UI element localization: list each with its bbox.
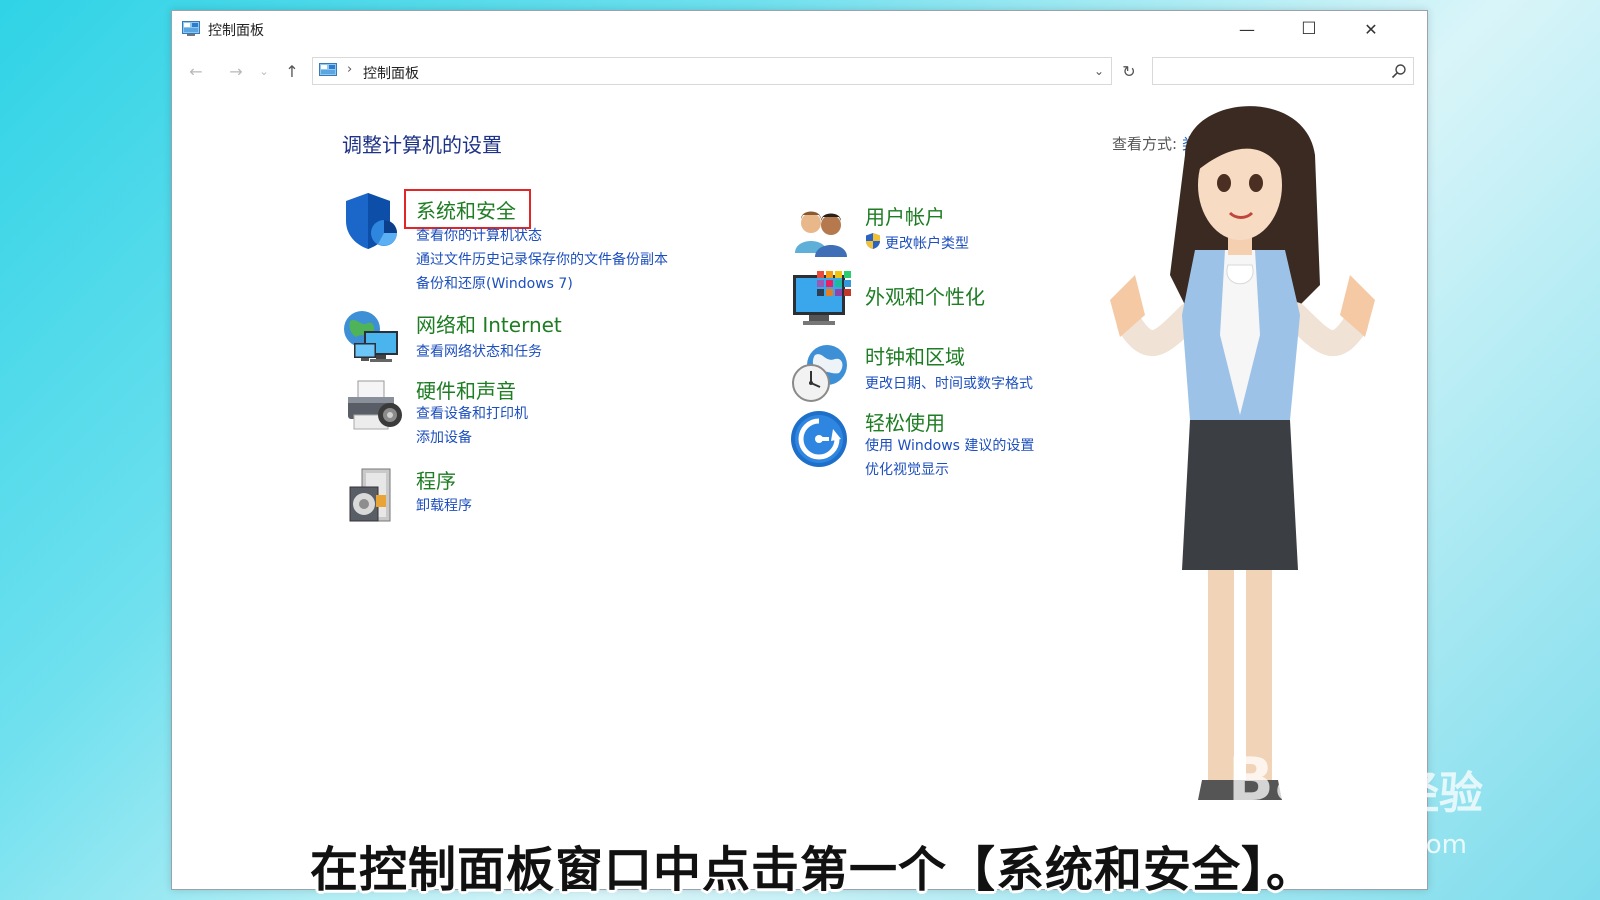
link-devices-printers[interactable]: 查看设备和打印机 (416, 403, 528, 423)
control-panel-icon (182, 21, 200, 36)
back-button[interactable]: ← (184, 59, 208, 83)
clock-globe-icon[interactable] (789, 341, 853, 405)
address-bar[interactable]: › 控制面板 ⌄ (312, 57, 1112, 85)
page-heading: 调整计算机的设置 (342, 133, 502, 157)
back-arrow-icon: ← (189, 61, 203, 81)
link-uninstall-program[interactable]: 卸载程序 (416, 495, 472, 515)
chevron-down-icon: ⌄ (259, 64, 269, 78)
category-title-hardware-sound[interactable]: 硬件和声音 (416, 375, 516, 404)
printer-icon[interactable] (340, 375, 404, 439)
close-button[interactable]: ✕ (1340, 11, 1402, 47)
forward-arrow-icon: → (229, 61, 243, 81)
uac-shield-icon (866, 233, 880, 249)
link-network-status[interactable]: 查看网络状态和任务 (416, 341, 542, 361)
link-change-date-time[interactable]: 更改日期、时间或数字格式 (865, 373, 1033, 393)
link-view-computer-status[interactable]: 查看你的计算机状态 (416, 225, 542, 245)
shield-icon[interactable] (340, 189, 404, 253)
category-title-system-security[interactable]: 系统和安全 (416, 195, 516, 224)
recent-locations-button[interactable]: ⌄ (252, 59, 276, 83)
category-title-appearance[interactable]: 外观和个性化 (865, 281, 985, 310)
appearance-icon[interactable] (789, 267, 853, 331)
link-file-history[interactable]: 通过文件历史记录保存你的文件备份副本 (416, 249, 668, 269)
maximize-button[interactable]: ☐ (1278, 11, 1340, 47)
link-add-device[interactable]: 添加设备 (416, 427, 472, 447)
watermark-cn: 经验 (1395, 768, 1483, 819)
up-button[interactable]: ↑ (280, 59, 304, 83)
control-panel-icon (319, 63, 337, 76)
link-backup-restore[interactable]: 备份和还原(Windows 7) (416, 273, 573, 293)
category-title-user-accounts[interactable]: 用户帐户 (865, 201, 945, 230)
minimize-button[interactable]: — (1216, 11, 1278, 47)
category-title-clock-region[interactable]: 时钟和区域 (865, 341, 965, 370)
window-title: 控制面板 (208, 23, 264, 39)
breadcrumb-control-panel[interactable]: 控制面板 (363, 63, 419, 83)
link-optimize-visual-display[interactable]: 优化视觉显示 (865, 459, 949, 479)
title-bar[interactable]: 控制面板 — ☐ ✕ (172, 11, 1427, 47)
ease-of-access-icon[interactable] (789, 407, 853, 471)
up-arrow-icon: ↑ (285, 61, 299, 81)
category-title-network[interactable]: 网络和 Internet (416, 309, 562, 338)
search-icon[interactable] (1391, 63, 1407, 79)
link-change-account-type[interactable]: 更改帐户类型 (885, 233, 969, 253)
link-recommended-settings[interactable]: 使用 Windows 建议的设置 (865, 435, 1034, 455)
forward-button[interactable]: → (224, 59, 248, 83)
breadcrumb-separator[interactable]: › (347, 62, 352, 77)
programs-icon[interactable] (340, 465, 404, 529)
category-title-programs[interactable]: 程序 (416, 465, 456, 494)
category-title-ease-of-access[interactable]: 轻松使用 (865, 407, 945, 436)
users-icon[interactable] (789, 201, 853, 265)
network-icon[interactable] (340, 307, 404, 371)
video-caption: 在控制面板窗口中点击第一个【系统和安全】。 (310, 842, 1316, 898)
